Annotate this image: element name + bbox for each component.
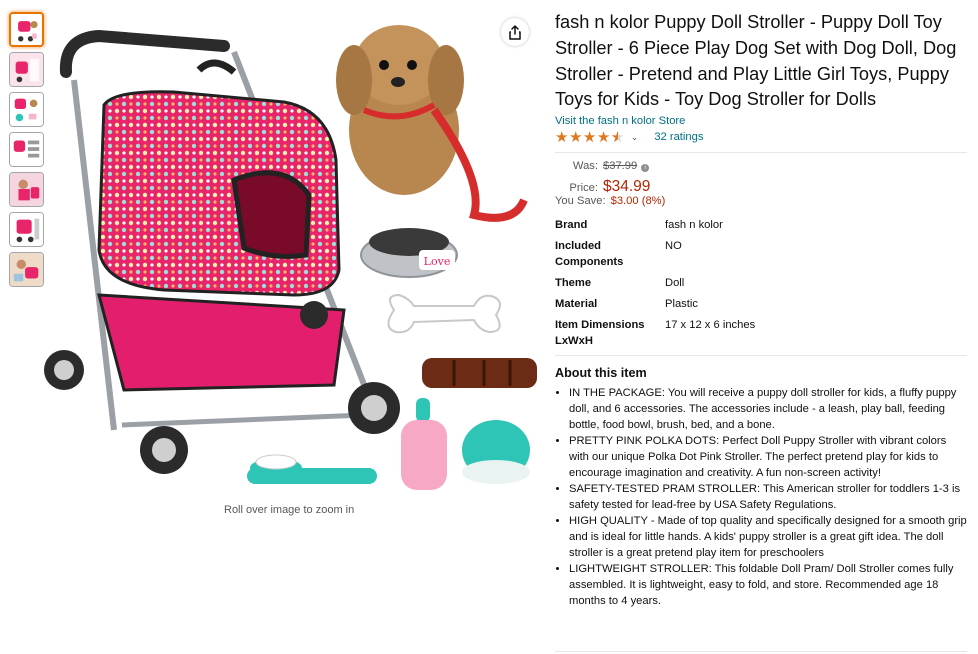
- spec-value: fash n kolor: [665, 218, 723, 231]
- chevron-down-icon[interactable]: ⌄: [631, 132, 639, 143]
- feature-bullet: SAFETY-TESTED PRAM STROLLER: This Americ…: [569, 481, 967, 513]
- product-details: fash n kolor Puppy Doll Stroller - Puppy…: [555, 10, 967, 609]
- price-label: Price:: [569, 181, 598, 194]
- spec-row: Item Dimensions LxWxH 17 x 12 x 6 inches: [555, 317, 967, 349]
- was-price-row: Was: $37.99 i: [555, 160, 967, 178]
- savings-value: $3.00 (8%): [610, 195, 666, 208]
- divider: [555, 354, 967, 356]
- half-star-icon: ★: [611, 130, 624, 145]
- spec-value: Doll: [665, 276, 685, 289]
- thumbnail-4[interactable]: [9, 132, 44, 167]
- feature-bullet: HIGH QUALITY - Made of top quality and s…: [569, 513, 967, 561]
- was-price: $37.99: [603, 160, 638, 173]
- share-button[interactable]: [501, 18, 529, 46]
- thumbnail-7[interactable]: [9, 252, 44, 287]
- spec-value: 17 x 12 x 6 inches: [665, 318, 756, 331]
- price-block: Was: $37.99 i Price: $34.99 You Save: $3…: [555, 160, 967, 213]
- feature-bullet: IN THE PACKAGE: You will receive a puppy…: [569, 385, 967, 433]
- spec-key: Included Components: [555, 239, 624, 268]
- price-row: Price: $34.99: [555, 178, 967, 196]
- savings-row: You Save: $3.00 (8%): [555, 195, 967, 213]
- thumbnail-6[interactable]: [9, 212, 44, 247]
- spec-key: Theme: [555, 276, 592, 289]
- store-link[interactable]: Visit the fash n kolor Store: [555, 115, 967, 127]
- divider: [555, 651, 967, 652]
- spec-key: Material: [555, 297, 598, 310]
- thumbnail-2[interactable]: [9, 52, 44, 87]
- spec-row: Material Plastic: [555, 296, 967, 312]
- spec-key: Brand: [555, 218, 588, 231]
- spec-row: Included Components NO: [555, 238, 967, 270]
- spec-key: Item Dimensions LxWxH: [555, 318, 645, 347]
- was-label: Was:: [572, 160, 598, 173]
- main-product-image[interactable]: Love: [44, 10, 540, 500]
- ratings-count-link[interactable]: 32 ratings: [654, 131, 703, 143]
- share-icon: [509, 24, 521, 40]
- feature-bullets: IN THE PACKAGE: You will receive a puppy…: [555, 385, 967, 609]
- info-icon[interactable]: i: [641, 164, 650, 173]
- product-title: fash n kolor Puppy Doll Stroller - Puppy…: [555, 12, 957, 110]
- star-icon: ★: [582, 128, 597, 146]
- spec-row: Brand fash n kolor: [555, 217, 967, 233]
- spec-row: Theme Doll: [555, 275, 967, 291]
- thumbnail-1[interactable]: [9, 12, 44, 47]
- thumbnail-3[interactable]: [9, 92, 44, 127]
- spec-value: Plastic: [665, 297, 698, 310]
- current-price: $34.99: [603, 177, 651, 195]
- thumbnail-list: [9, 12, 45, 292]
- bowl-label: Love: [424, 255, 451, 268]
- zoom-hint: Roll over image to zoom in: [224, 504, 355, 516]
- spec-table: Brand fash n kolor Included Components N…: [555, 217, 967, 349]
- thumbnail-5[interactable]: [9, 172, 44, 207]
- feature-bullet: PRETTY PINK POLKA DOTS: Perfect Doll Pup…: [569, 433, 967, 481]
- divider: [555, 152, 967, 154]
- star-icon: ★: [596, 128, 611, 146]
- star-icon: ★: [555, 128, 569, 146]
- spec-value: NO: [665, 239, 682, 252]
- about-heading: About this item: [555, 365, 647, 380]
- save-label: You Save:: [555, 195, 606, 208]
- star-rating[interactable]: ★ ★ ★ ★ ★: [555, 130, 625, 145]
- feature-bullet: LIGHTWEIGHT STROLLER: This foldable Doll…: [569, 561, 967, 609]
- star-icon: ★: [568, 128, 583, 146]
- rating-row: ★ ★ ★ ★ ★ ⌄ 32 ratings: [555, 128, 967, 146]
